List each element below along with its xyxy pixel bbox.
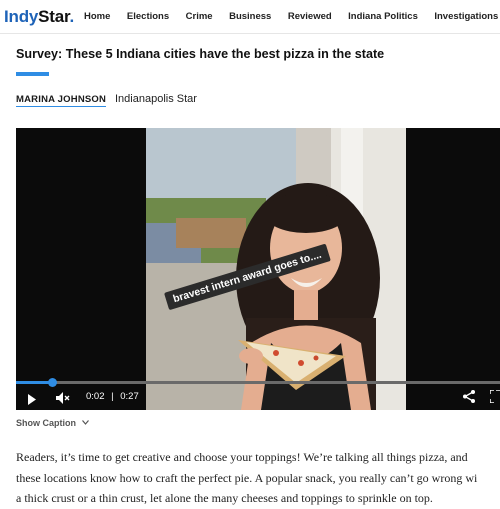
site-logo[interactable]: IndyStar. (4, 7, 74, 27)
video-controls: 0:02 | 0:27 (16, 386, 500, 410)
nav-item-reviewed[interactable]: Reviewed (288, 11, 332, 22)
chevron-down-icon (81, 417, 89, 427)
article-line: these locations know how to craft the pe… (16, 470, 478, 485)
nav-item-investigations[interactable]: Investigations (434, 11, 498, 22)
play-icon[interactable] (27, 392, 37, 410)
nav-item-crime[interactable]: Crime (186, 11, 213, 22)
show-caption-label: Show Caption (16, 418, 76, 428)
show-caption-button[interactable]: Show Caption (16, 417, 89, 428)
byline: MARINA JOHNSON Indianapolis Star (16, 93, 197, 107)
logo-text-star: Star (38, 7, 70, 26)
nav-item-business[interactable]: Business (229, 11, 271, 22)
nav-item-indiana-politics[interactable]: Indiana Politics (348, 11, 418, 22)
top-navigation: IndyStar. Home Elections Crime Business … (0, 0, 500, 34)
nav-item-elections[interactable]: Elections (127, 11, 169, 22)
video-time-display: 0:02 | 0:27 (86, 391, 139, 402)
article-line: a thick crust or a thin crust, let alone… (16, 491, 433, 505)
publication-name: Indianapolis Star (115, 93, 197, 105)
video-player[interactable]: bravest intern award goes to.... (16, 128, 500, 410)
volume-muted-icon[interactable] (56, 391, 70, 409)
author-link[interactable]: MARINA JOHNSON (16, 94, 107, 107)
main-nav: Home Elections Crime Business Reviewed I… (84, 11, 500, 22)
duration: 0:27 (120, 391, 139, 402)
share-icon[interactable] (463, 390, 475, 408)
current-time: 0:02 (86, 391, 105, 402)
time-separator: | (111, 391, 114, 402)
article-body: Readers, it’s time to get creative and c… (16, 447, 500, 509)
nav-item-home[interactable]: Home (84, 11, 110, 22)
fullscreen-icon[interactable] (489, 389, 500, 408)
video-progress-bar[interactable] (16, 378, 500, 387)
logo-text-indy: Indy (4, 7, 39, 26)
article-line: Readers, it’s time to get creative and c… (16, 450, 468, 464)
video-progress-fill (16, 381, 52, 384)
article-headline: Survey: These 5 Indiana cities have the … (16, 47, 385, 61)
headline-accent-bar (16, 72, 49, 76)
logo-dot: . (69, 7, 75, 26)
